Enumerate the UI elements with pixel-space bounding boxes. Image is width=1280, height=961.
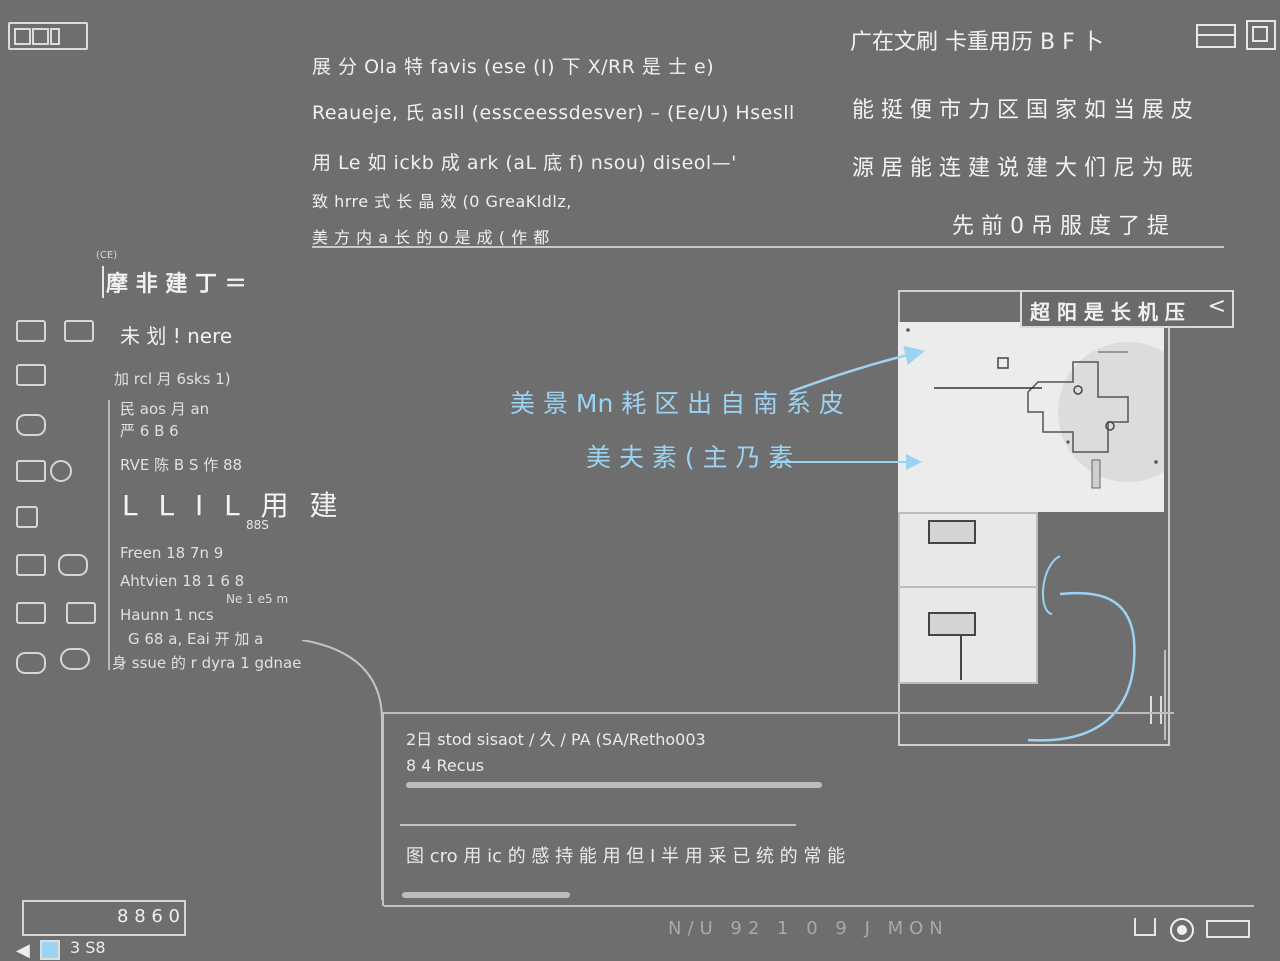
record-dot [1177,925,1187,935]
bottom-scrollbar[interactable] [402,892,570,898]
arrow-left-icon[interactable]: ◀ [16,940,30,961]
status-box-label: 8 8 6 0 [117,906,180,927]
record-icon[interactable] [1170,918,1194,942]
bottom-rule [384,905,1254,907]
bottom-progress-bar [406,782,822,788]
status-box: 8 8 6 0 [22,900,186,936]
tray-icon[interactable] [1134,918,1156,936]
bottom-line-2: 8 4 Recus [406,756,485,775]
color-swatch-icon[interactable] [40,940,60,960]
bottom-line-3: 图 cro 用 ic 的 感 持 能 用 但 I 半 用 采 已 统 的 常 能 [406,846,846,867]
bottom-divider [400,824,796,826]
status-text-right: N/U 92 1 0 9 J MON [668,918,949,939]
status-text-left: 3 S8 [70,938,106,957]
battery-icon [1206,920,1250,938]
bottom-line-1: 2日 stod sisaot / 久 / PA (SA/Retho003 [406,730,706,749]
bottom-panel-top-rule [384,712,1174,714]
